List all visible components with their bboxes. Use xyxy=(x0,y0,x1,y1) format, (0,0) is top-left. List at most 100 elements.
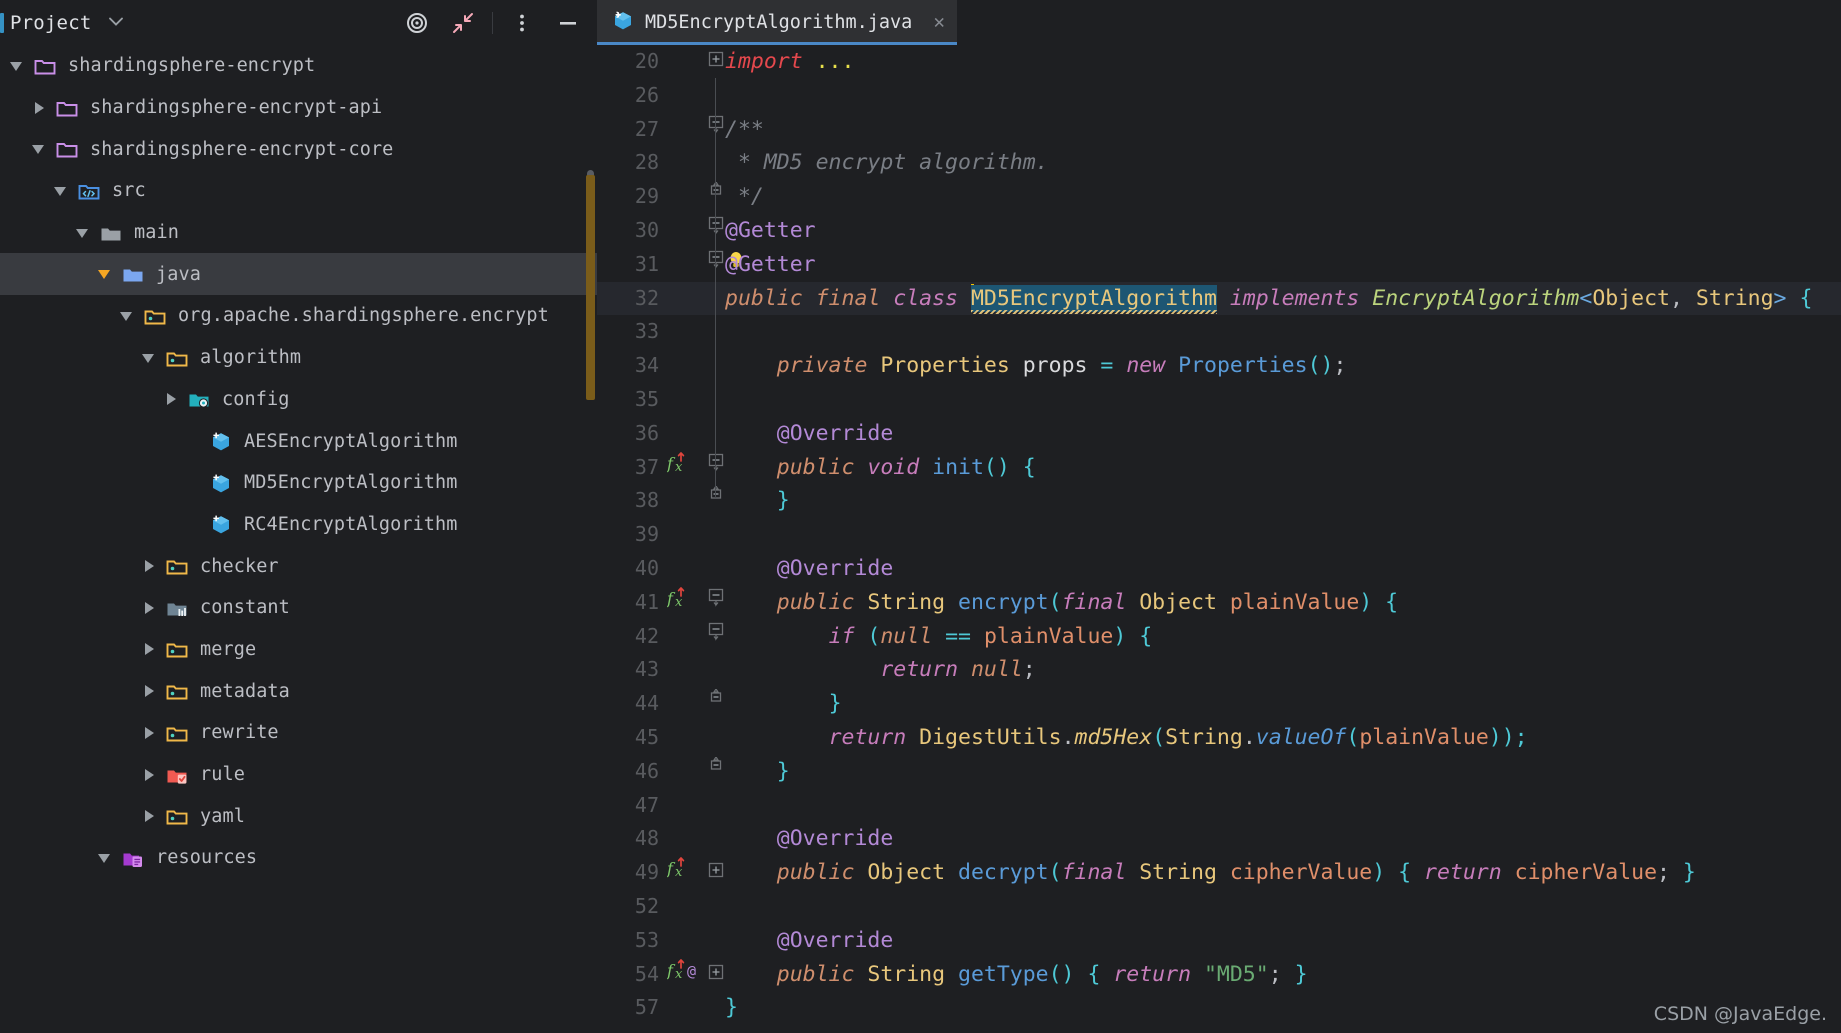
override-method-icon[interactable]: fx xyxy=(666,586,703,621)
tree-item-label: shardingsphere-encrypt-api xyxy=(90,97,383,119)
override-method-icon[interactable]: fx xyxy=(666,856,703,891)
code-line[interactable]: 37 f x public void init() { xyxy=(597,451,1841,485)
code-text: */ xyxy=(725,184,764,210)
package-icon xyxy=(165,805,191,827)
fold-end-icon[interactable] xyxy=(707,484,725,518)
chevron-down-icon[interactable] xyxy=(118,307,136,325)
chevron-down-icon[interactable] xyxy=(52,182,70,200)
target-locate-icon[interactable] xyxy=(394,0,440,45)
code-line[interactable]: 52 xyxy=(597,890,1841,924)
code-line[interactable]: 35 xyxy=(597,383,1841,417)
tree-item-org-apache-shardingsphere-encrypt[interactable]: org.apache.shardingsphere.encrypt xyxy=(0,295,597,337)
chevron-right-icon[interactable] xyxy=(140,557,158,575)
fold-collapse-icon[interactable] xyxy=(707,214,725,248)
code-line[interactable]: 38 } xyxy=(597,484,1841,518)
code-line[interactable]: 27 /** xyxy=(597,113,1841,147)
fold-collapse-icon[interactable] xyxy=(707,620,725,654)
fold-collapse-icon[interactable] xyxy=(707,451,725,485)
tree-item-aesencryptalgorithm[interactable]: AESEncryptAlgorithm xyxy=(0,420,597,462)
chevron-right-icon[interactable] xyxy=(30,99,48,117)
tree-item-rewrite[interactable]: rewrite xyxy=(0,712,597,754)
tree-item-algorithm[interactable]: algorithm xyxy=(0,337,597,379)
tree-item-metadata[interactable]: metadata xyxy=(0,670,597,712)
code-line[interactable]: 31 @Getter xyxy=(597,248,1841,282)
code-line[interactable]: 26 xyxy=(597,79,1841,113)
tree-item-label: merge xyxy=(200,638,257,660)
tree-item-main[interactable]: main xyxy=(0,212,597,254)
chevron-down-icon[interactable] xyxy=(96,849,114,867)
collapse-all-icon[interactable] xyxy=(440,0,486,45)
chevron-down-icon[interactable] xyxy=(30,140,48,158)
tree-item-shardingsphere-encrypt[interactable]: shardingsphere-encrypt xyxy=(0,45,597,87)
code-line[interactable]: 44 } xyxy=(597,687,1841,721)
chevron-right-icon[interactable] xyxy=(140,599,158,617)
code-line[interactable]: 28 * MD5 encrypt algorithm. xyxy=(597,146,1841,180)
code-line[interactable]: 45 return DigestUtils.md5Hex(String.valu… xyxy=(597,721,1841,755)
code-line[interactable]: 46 } xyxy=(597,755,1841,789)
tree-item-java[interactable]: java xyxy=(0,253,597,296)
resources-root-icon xyxy=(121,847,147,869)
code-fold-guide xyxy=(715,78,716,498)
chevron-right-icon[interactable] xyxy=(140,682,158,700)
fold-collapse-icon[interactable] xyxy=(707,586,725,620)
chevron-right-icon[interactable] xyxy=(140,766,158,784)
fold-end-icon[interactable] xyxy=(707,180,725,214)
chevron-right-icon[interactable] xyxy=(140,724,158,742)
code-text: return null; xyxy=(880,657,1036,683)
tree-item-src[interactable]: src xyxy=(0,170,597,212)
override-method-icon[interactable]: f x @ xyxy=(666,958,703,993)
chevron-right-icon[interactable] xyxy=(162,390,180,408)
tree-item-merge[interactable]: merge xyxy=(0,629,597,671)
chevron-right-icon[interactable] xyxy=(140,807,158,825)
code-editor[interactable]: 20 import ... 26 27 /** 28 * MD5 encrypt algo… xyxy=(597,45,1841,1033)
fold-expand-icon[interactable] xyxy=(707,958,725,992)
code-line[interactable]: 29 */ xyxy=(597,180,1841,214)
chevron-down-icon[interactable] xyxy=(8,57,26,75)
chevron-down-icon[interactable] xyxy=(74,224,92,242)
chevron-down-icon[interactable] xyxy=(140,349,158,367)
code-line[interactable]: 42 if (null == plainValue) { xyxy=(597,620,1841,654)
override-method-icon[interactable]: fx xyxy=(666,451,703,486)
code-line[interactable]: 40 @Override xyxy=(597,552,1841,586)
tree-item-checker[interactable]: checker xyxy=(0,545,597,587)
fold-expand-icon[interactable] xyxy=(707,856,725,890)
tree-item-shardingsphere-encrypt-api[interactable]: shardingsphere-encrypt-api xyxy=(0,87,597,129)
code-line[interactable]: 36 @Override xyxy=(597,417,1841,451)
tree-item-constant[interactable]: constant xyxy=(0,587,597,629)
code-line[interactable]: 34 private Properties props = new Proper… xyxy=(597,349,1841,383)
code-text: public String getType() { return "MD5"; … xyxy=(776,961,1308,987)
code-line[interactable]: 20 import ... xyxy=(597,45,1841,79)
tree-item-rule[interactable]: rule xyxy=(0,754,597,796)
fold-end-icon[interactable] xyxy=(707,755,725,789)
close-icon[interactable]: ✕ xyxy=(934,13,945,32)
fold-expand-icon[interactable] xyxy=(707,45,725,79)
line-number: 40 xyxy=(634,555,659,580)
fold-collapse-icon[interactable] xyxy=(707,248,725,282)
tree-item-resources[interactable]: resources xyxy=(0,837,597,879)
more-options-icon[interactable] xyxy=(499,0,545,45)
code-line[interactable]: 47 xyxy=(597,789,1841,823)
chevron-down-icon[interactable] xyxy=(105,10,127,36)
chevron-down-icon[interactable] xyxy=(96,265,114,283)
code-line[interactable]: 48 @Override xyxy=(597,822,1841,856)
tree-item-rc4encryptalgorithm[interactable]: RC4EncryptAlgorithm xyxy=(0,504,597,546)
code-line[interactable]: 33 xyxy=(597,315,1841,349)
chevron-right-icon[interactable] xyxy=(140,640,158,658)
tree-item-md5encryptalgorithm[interactable]: MD5EncryptAlgorithm xyxy=(0,462,597,504)
tree-item-config[interactable]: config xyxy=(0,379,597,421)
code-line[interactable]: 54 f x @ public String getType() { return "… xyxy=(597,958,1841,992)
code-line[interactable]: 32 public final class MD5EncryptAlgorithm… xyxy=(597,281,1841,316)
code-line[interactable]: 53 @Override xyxy=(597,924,1841,958)
code-line[interactable]: 41 f x public String encrypt(final Object … xyxy=(597,586,1841,620)
project-tree[interactable]: shardingsphere-encrypt shardingsphere-enc… xyxy=(0,45,597,1033)
code-line[interactable]: 30 @Getter xyxy=(597,214,1841,248)
fold-end-icon[interactable] xyxy=(707,687,725,721)
code-line[interactable]: 43 return null; xyxy=(597,653,1841,687)
code-line[interactable]: 49 f x public Object decrypt(final String … xyxy=(597,856,1841,890)
editor-tab-md5encryptalgorithm[interactable]: MD5EncryptAlgorithm.java ✕ xyxy=(597,0,957,45)
hide-panel-icon[interactable] xyxy=(545,0,591,45)
fold-collapse-icon[interactable] xyxy=(707,113,725,147)
tree-item-yaml[interactable]: yaml xyxy=(0,795,597,837)
code-line[interactable]: 39 xyxy=(597,518,1841,552)
tree-item-shardingsphere-encrypt-core[interactable]: shardingsphere-encrypt-core xyxy=(0,128,597,170)
